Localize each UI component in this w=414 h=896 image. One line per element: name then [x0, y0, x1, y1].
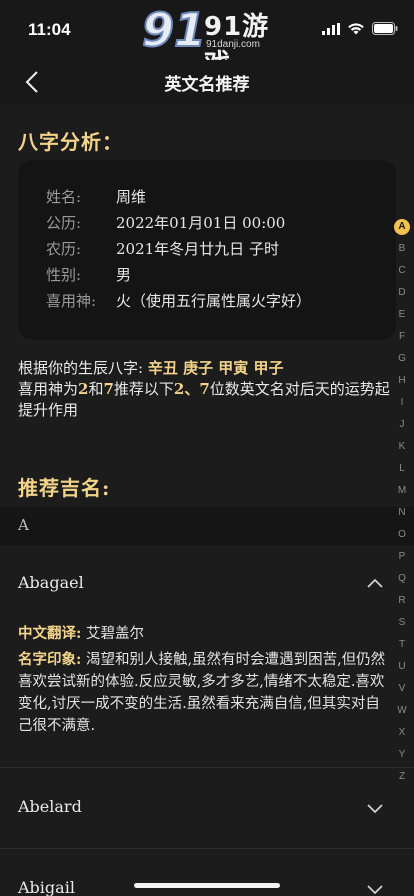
- index-letter-m[interactable]: M: [394, 480, 410, 502]
- bazi-info-card: 姓名: 周维 公历: 2022年01月01日 00:00 农历: 2021年冬月…: [18, 160, 396, 340]
- desc-number: 2、7: [173, 380, 210, 398]
- main-content[interactable]: 八字分析： 姓名: 周维 公历: 2022年01月01日 00:00 农历: 2…: [0, 104, 414, 896]
- signal-icon: [322, 22, 340, 35]
- name-label: Abelard: [18, 797, 82, 816]
- info-value: 男: [116, 266, 132, 284]
- desc-number: 7: [103, 380, 114, 398]
- battery-icon: [372, 22, 398, 35]
- index-letter-b[interactable]: B: [394, 238, 410, 260]
- index-letter-s[interactable]: S: [394, 612, 410, 634]
- page-title: 英文名推荐: [164, 75, 250, 95]
- index-letter-o[interactable]: O: [394, 524, 410, 546]
- translation-label: 中文翻译:: [18, 625, 82, 642]
- watermark-91-icon: 91: [141, 2, 207, 58]
- wifi-icon: [348, 22, 364, 34]
- index-letter-w[interactable]: W: [394, 700, 410, 722]
- index-letter-k[interactable]: K: [394, 436, 410, 458]
- name-label: Abigail: [18, 878, 75, 896]
- index-letter-u[interactable]: U: [394, 656, 410, 678]
- name-list-item[interactable]: Abelard: [0, 769, 414, 849]
- info-label: 性别:: [46, 266, 82, 284]
- index-letter-q[interactable]: Q: [394, 568, 410, 590]
- name-impression: 名字印象: 渴望和别人接触,虽然有时会遭遇到困苦,但仍然喜欢尝试新的体验.反应灵…: [18, 649, 394, 737]
- desc-number: 2: [78, 380, 89, 398]
- info-value: 2022年01月01日 00:00: [116, 214, 286, 232]
- index-letter-x[interactable]: X: [394, 722, 410, 744]
- info-label: 姓名:: [46, 188, 82, 206]
- info-value: 周维: [116, 188, 147, 206]
- impression-label: 名字印象:: [18, 651, 82, 668]
- status-icons: [322, 22, 398, 35]
- index-letter-a[interactable]: A: [394, 219, 410, 235]
- info-label: 喜用神:: [46, 292, 97, 310]
- name-list-item[interactable]: Abigail: [0, 850, 414, 896]
- info-label: 农历:: [46, 240, 82, 258]
- desc-text: 推荐以下: [113, 380, 174, 398]
- chevron-down-icon[interactable]: [366, 883, 384, 895]
- index-letter-i[interactable]: I: [394, 392, 410, 414]
- home-indicator[interactable]: [134, 883, 280, 888]
- index-letter-e[interactable]: E: [394, 304, 410, 326]
- svg-text:91: 91: [142, 3, 206, 56]
- index-letter-t[interactable]: T: [394, 634, 410, 656]
- index-letter-y[interactable]: Y: [394, 744, 410, 766]
- bazi-section-title: 八字分析：: [18, 130, 123, 154]
- chevron-down-icon[interactable]: [366, 802, 384, 814]
- index-letter-h[interactable]: H: [394, 370, 410, 392]
- watermark-site: 91danji.com: [206, 39, 260, 50]
- status-bar: 11:04 91 91游戏 91danji.com: [0, 0, 414, 79]
- index-letter-p[interactable]: P: [394, 546, 410, 568]
- index-letter-c[interactable]: C: [394, 260, 410, 282]
- info-value: 2021年冬月廿九日 子时: [116, 240, 279, 258]
- status-time: 11:04: [28, 20, 71, 39]
- info-label: 公历:: [46, 214, 82, 232]
- index-letter-g[interactable]: G: [394, 348, 410, 370]
- info-value: 火（使用五行属性属火字好）: [116, 292, 312, 310]
- index-letter-v[interactable]: V: [394, 678, 410, 700]
- index-letter-z[interactable]: Z: [394, 766, 410, 788]
- name-translation: 中文翻译: 艾碧盖尔: [18, 623, 394, 645]
- desc-text: 和: [88, 380, 104, 398]
- desc-bazi: 辛丑 庚子 甲寅 甲子: [147, 359, 284, 377]
- index-letter-f[interactable]: F: [394, 326, 410, 348]
- index-letter-n[interactable]: N: [394, 502, 410, 524]
- index-letter-l[interactable]: L: [394, 458, 410, 480]
- recommend-section-title: 推荐吉名:: [18, 476, 111, 500]
- name-list-item[interactable]: Abagael 中文翻译: 艾碧盖尔 名字印象: 渴望和别人接触,虽然有时会遭遇…: [0, 545, 414, 768]
- chevron-up-icon[interactable]: [366, 577, 384, 589]
- alphabet-index[interactable]: A B C D E F G H I J K L M N O P Q R S T …: [394, 216, 410, 788]
- desc-prefix: 根据你的生辰八字:: [18, 359, 144, 377]
- index-letter-j[interactable]: J: [394, 414, 410, 436]
- index-letter-d[interactable]: D: [394, 282, 410, 304]
- translation-value: 艾碧盖尔: [85, 626, 144, 642]
- index-letter-r[interactable]: R: [394, 590, 410, 612]
- letter-group-label: A: [18, 516, 29, 534]
- name-label: Abagael: [18, 573, 84, 592]
- watermark-logo: 91 91游戏 91danji.com: [141, 2, 282, 79]
- navigation-bar: 英文名推荐: [0, 60, 414, 104]
- letter-group-header: A: [0, 507, 414, 545]
- bazi-description: 根据你的生辰八字: 辛丑 庚子 甲寅 甲子 喜用神为2和7推荐以下2、7位数英文…: [18, 358, 398, 421]
- desc-text: 喜用神为: [18, 380, 79, 398]
